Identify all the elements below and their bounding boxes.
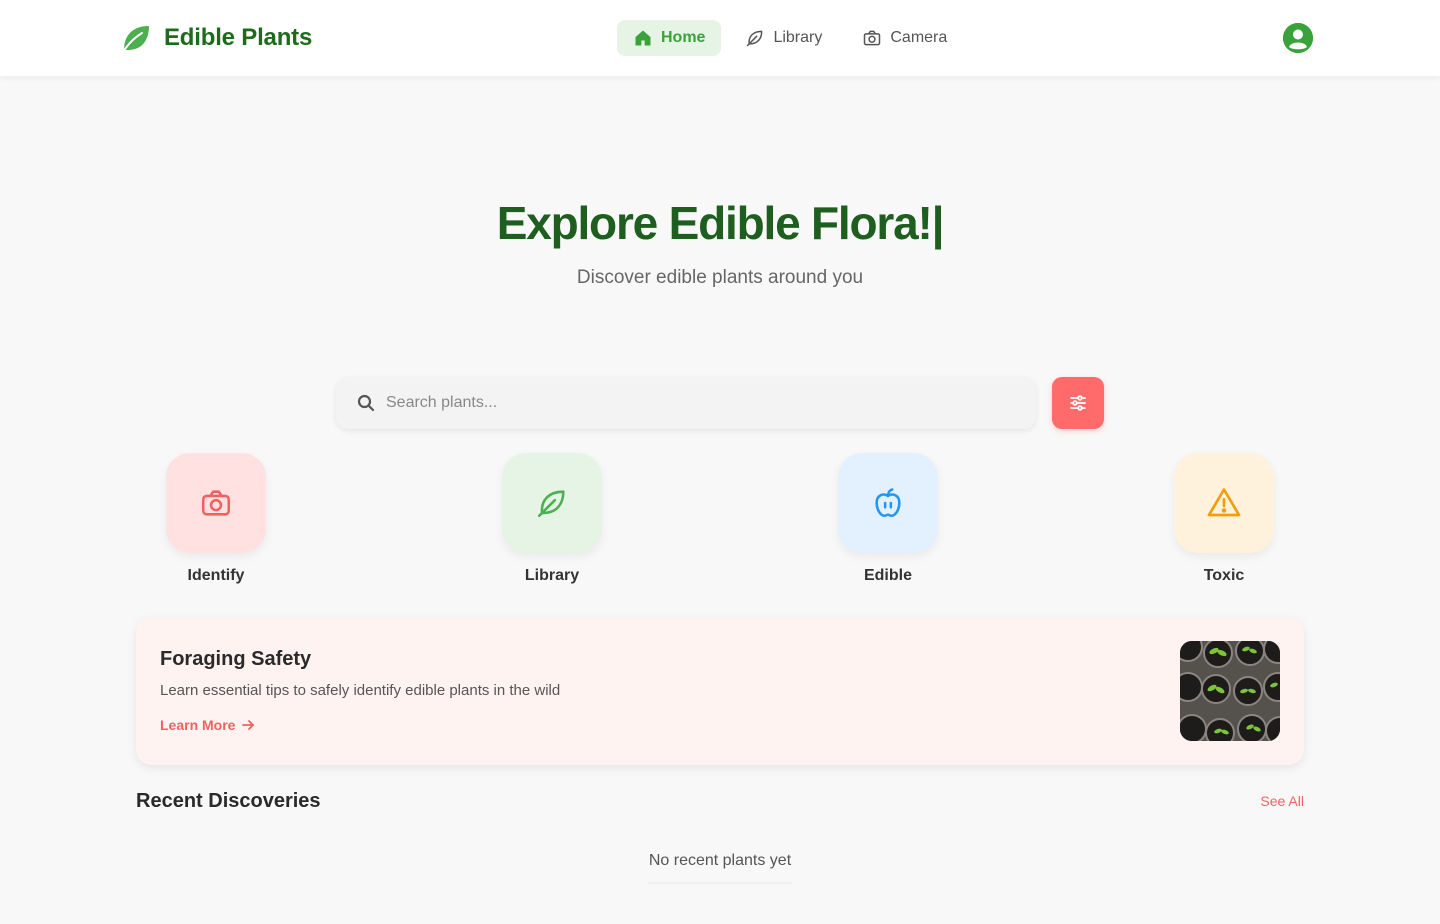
edible-tile [838, 453, 938, 553]
quick-action-toxic[interactable]: Toxic [1174, 453, 1274, 585]
nav-camera[interactable]: Camera [846, 20, 963, 56]
identify-tile [166, 453, 266, 553]
library-tile [502, 453, 602, 553]
recent-discoveries-title: Recent Discoveries [136, 790, 321, 812]
see-all-link[interactable]: See All [1240, 793, 1304, 809]
search-input[interactable] [386, 377, 1006, 429]
divider [648, 882, 792, 884]
foraging-safety-card: Foraging Safety Learn essential tips to … [136, 617, 1304, 765]
quick-action-identify[interactable]: Identify [166, 453, 266, 585]
leaf-logo-icon [122, 26, 149, 53]
user-avatar[interactable] [1283, 23, 1313, 53]
arrow-right-icon [242, 720, 255, 730]
card-description: Learn essential tips to safely identify … [160, 682, 561, 699]
apple-icon [875, 488, 901, 518]
sliders-icon [1070, 395, 1086, 411]
toxic-tile [1174, 453, 1274, 553]
seedlings-image [1180, 641, 1280, 741]
empty-recent-message: No recent plants yet [648, 852, 792, 869]
quick-action-edible[interactable]: Edible [838, 453, 938, 585]
hero-title: Explore Edible Flora!| [496, 197, 945, 249]
search-icon [357, 394, 375, 412]
card-title: Foraging Safety [160, 648, 312, 670]
nav-library-label: Library [773, 29, 823, 46]
leaf-icon [747, 30, 763, 47]
nav-camera-label: Camera [890, 29, 948, 46]
user-icon [1283, 23, 1313, 53]
nav-library[interactable]: Library [729, 20, 838, 56]
camera-icon [201, 490, 231, 516]
warning-icon [1207, 488, 1241, 517]
learn-more-link[interactable]: Learn More [160, 717, 255, 733]
identify-label: Identify [187, 567, 245, 584]
quick-action-library[interactable]: Library [502, 453, 602, 585]
top-header: Edible Plants Home Library Camera [0, 0, 1440, 76]
filter-button[interactable] [1052, 377, 1104, 429]
library-label: Library [524, 567, 580, 584]
brand-name: Edible Plants [164, 24, 313, 51]
main-nav: Home Library Camera [617, 20, 963, 56]
nav-home-label: Home [661, 29, 706, 46]
edible-label: Edible [863, 567, 912, 584]
hero-subtitle: Discover edible plants around you [576, 267, 864, 288]
home-icon [635, 30, 651, 46]
search-bar [336, 377, 1036, 429]
leaf-icon [537, 490, 565, 518]
brand[interactable]: Edible Plants [120, 20, 312, 56]
toxic-label: Toxic [1203, 567, 1245, 584]
camera-icon [864, 30, 881, 46]
nav-home[interactable]: Home [617, 20, 722, 56]
learn-more-label: Learn More [160, 717, 236, 733]
